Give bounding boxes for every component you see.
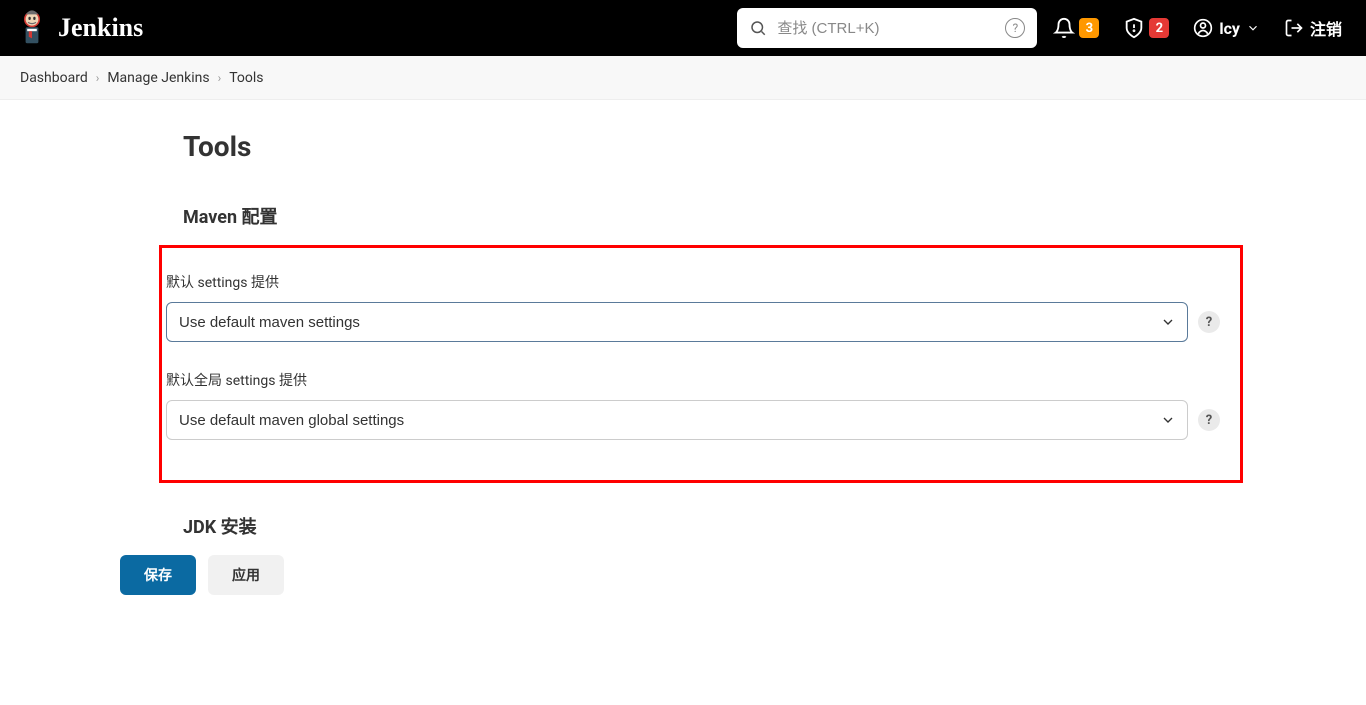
user-menu-button[interactable]: lcy [1185,12,1268,44]
page-title: Tools [183,130,1243,163]
apply-button[interactable]: 应用 [208,555,284,595]
help-button[interactable]: ? [1198,409,1220,431]
jenkins-logo-link[interactable]: Jenkins [16,8,143,48]
header-left: Jenkins [16,8,143,48]
breadcrumb-manage-jenkins[interactable]: Manage Jenkins [107,70,209,86]
security-badge: 2 [1149,18,1169,38]
logout-icon [1284,18,1304,38]
search-box[interactable]: ? [737,8,1037,48]
maven-section: Maven 配置 默认 settings 提供 Use default mave… [183,203,1243,483]
logout-button[interactable]: 注销 [1276,10,1350,46]
default-global-settings-select[interactable]: Use default maven global settings [166,400,1188,440]
breadcrumb-tools[interactable]: Tools [229,70,263,86]
chevron-right-icon: › [218,71,222,85]
shield-icon [1123,17,1145,39]
default-global-settings-label: 默认全局 settings 提供 [166,370,1220,390]
username-label: lcy [1219,19,1240,38]
default-settings-field: 默认 settings 提供 Use default maven setting… [166,272,1220,342]
notifications-button[interactable]: 3 [1045,11,1107,45]
help-button[interactable]: ? [1198,311,1220,333]
search-input[interactable] [777,20,995,37]
security-button[interactable]: 2 [1115,11,1177,45]
search-help-icon[interactable]: ? [1005,18,1025,38]
logout-label: 注销 [1310,16,1342,40]
chevron-right-icon: › [96,71,100,85]
person-icon [1193,18,1213,38]
default-global-settings-field: 默认全局 settings 提供 Use default maven globa… [166,370,1220,440]
default-settings-label: 默认 settings 提供 [166,272,1220,292]
header-right: ? 3 2 lcy 注销 [737,8,1350,48]
main-content: Tools Maven 配置 默认 settings 提供 Use defaul… [83,100,1283,705]
maven-config-box: 默认 settings 提供 Use default maven setting… [159,245,1243,483]
bell-icon [1053,17,1075,39]
breadcrumb-dashboard[interactable]: Dashboard [20,70,88,86]
app-name: Jenkins [58,13,143,43]
save-button[interactable]: 保存 [120,555,196,595]
search-icon [749,19,767,37]
notif-badge: 3 [1079,18,1099,38]
footer-actions: 保存 应用 [0,543,1366,607]
chevron-down-icon [1246,21,1260,35]
jdk-section-title: JDK 安装 [183,513,1243,539]
app-header: Jenkins ? 3 2 lcy [0,0,1366,56]
jenkins-icon [16,8,48,48]
maven-section-title: Maven 配置 [183,203,1243,229]
breadcrumb: Dashboard › Manage Jenkins › Tools [0,56,1366,100]
default-settings-select[interactable]: Use default maven settings [166,302,1188,342]
